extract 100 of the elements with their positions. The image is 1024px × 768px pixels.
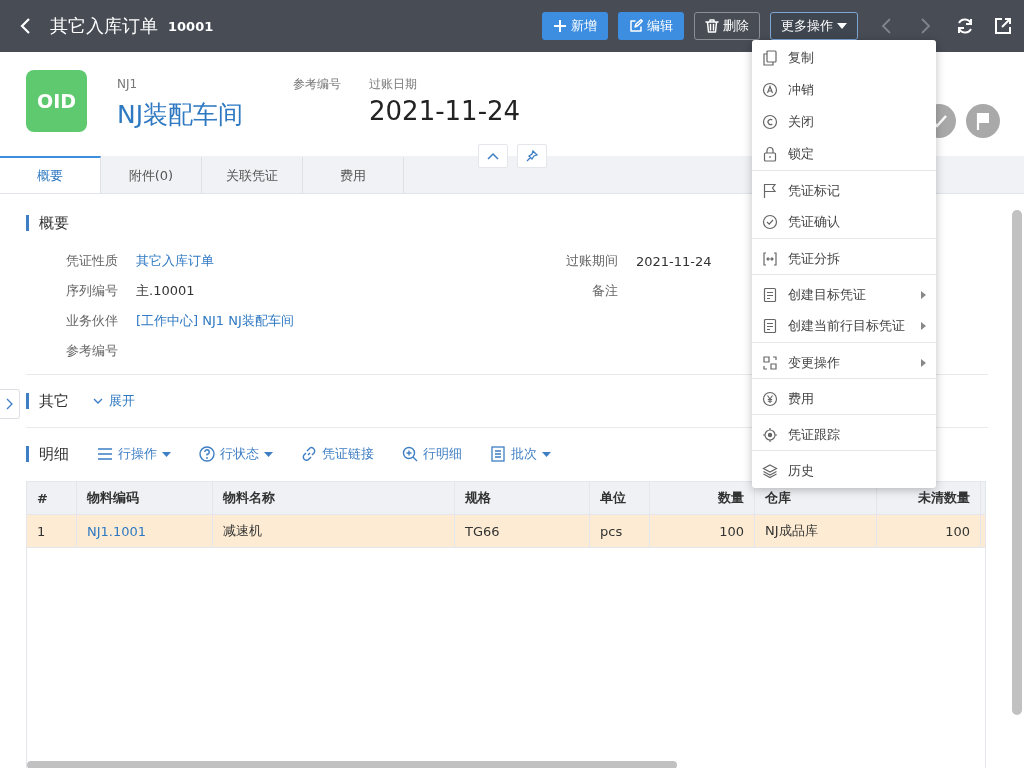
field-label: 参考编号 (65, 342, 118, 360)
document-list-icon (490, 446, 506, 462)
previous-icon[interactable] (880, 17, 894, 35)
menu-item[interactable]: 凭证标记 (752, 170, 936, 206)
menu-item[interactable]: 创建当前行目标凭证 (752, 310, 936, 342)
menu-item[interactable]: 变更操作 (752, 342, 936, 378)
field-label: 业务伙伴 (65, 312, 118, 330)
copy-icon (762, 50, 778, 66)
yen-circle-icon (762, 390, 778, 407)
toolbar-button[interactable]: 行明细 (402, 445, 462, 463)
more-actions-button[interactable]: 更多操作 (770, 12, 858, 40)
chevron-right-icon (6, 398, 13, 410)
letter-circle-icon (762, 82, 778, 98)
expand-link[interactable]: 展开 (93, 392, 135, 410)
order-number: 10001 (168, 18, 214, 34)
field-label: 过账期间 (565, 252, 618, 270)
menu-item[interactable]: 历史 (752, 450, 936, 486)
caret-icon (162, 451, 171, 457)
menu-item[interactable]: 复制 (752, 42, 936, 74)
edit-icon (629, 19, 643, 33)
swap-icon (762, 354, 778, 371)
section-title: 其它 (26, 393, 69, 409)
help-icon (199, 446, 215, 462)
table-cell: 100 (877, 515, 981, 547)
field-label: 参考编号 (293, 76, 341, 93)
caret-icon (837, 23, 847, 29)
section-title: 明细 (26, 446, 69, 462)
table-cell: TG66 (455, 515, 590, 547)
toolbar-button[interactable]: 行操作 (97, 445, 171, 463)
column-header[interactable]: 单位 (590, 482, 650, 514)
menu-item[interactable]: 关闭 (752, 106, 936, 138)
toolbar-button[interactable]: 行状态 (199, 445, 273, 463)
chevron-down-icon (93, 398, 103, 404)
menu-item[interactable]: 冲销 (752, 74, 936, 106)
toolbar-button[interactable]: 删除 (694, 12, 760, 40)
tab[interactable]: 费用 (303, 156, 404, 193)
tab[interactable]: 附件(0) (101, 156, 202, 193)
document-badge: OID (26, 70, 87, 132)
table-cell: 1 (27, 515, 77, 547)
refresh-icon[interactable] (956, 17, 974, 35)
flag-icon (762, 182, 778, 199)
menu-item[interactable]: 凭证确认 (752, 206, 936, 238)
table-cell: NJ成品库 (755, 515, 877, 547)
column-header[interactable]: # (27, 482, 77, 514)
list-icon (97, 446, 113, 462)
export-icon[interactable] (994, 17, 1012, 35)
trash-icon (705, 19, 719, 33)
submenu-arrow-icon (921, 290, 926, 299)
partner-name[interactable]: NJ装配车间 (117, 98, 293, 131)
field-link[interactable]: [工作中心] NJ1 NJ装配车间 (136, 312, 294, 330)
table-cell: pcs (590, 515, 650, 547)
plus-icon (553, 19, 567, 33)
field-value: 2021-11-24 (636, 253, 712, 269)
posting-date: 2021-11-24 (369, 96, 521, 126)
chevron-up-icon (487, 152, 499, 160)
pin-icon (526, 150, 538, 162)
column-header[interactable]: 物料名称 (213, 482, 455, 514)
field-label: 凭证性质 (65, 252, 118, 270)
document-icon (762, 286, 778, 303)
toolbar-button[interactable]: 凭证链接 (301, 445, 374, 463)
menu-item[interactable]: 锁定 (752, 138, 936, 170)
field-label: 序列编号 (65, 282, 118, 300)
partner-code: NJ1 (117, 76, 139, 93)
page-title: 其它入库订单 (50, 14, 158, 38)
table-cell[interactable]: NJ1.1001 (77, 515, 213, 547)
field-label: 过账日期 (369, 76, 418, 93)
table-cell: 100 (650, 515, 755, 547)
submenu-arrow-icon (921, 322, 926, 330)
submenu-arrow-icon (921, 358, 926, 367)
table-cell: 减速机 (213, 515, 455, 547)
menu-item[interactable]: 凭证分拆 (752, 238, 936, 274)
scrollbar-thumb[interactable] (1012, 210, 1022, 715)
next-icon[interactable] (918, 17, 932, 35)
split-icon (762, 250, 778, 267)
column-header[interactable]: 物料编码 (77, 482, 213, 514)
copyright-circle-icon (762, 114, 778, 130)
caret-icon (264, 451, 273, 457)
scrollbar-thumb[interactable] (27, 761, 677, 768)
caret-icon (542, 451, 551, 457)
flag-circle-icon[interactable] (966, 104, 1000, 138)
collapse-button[interactable] (478, 144, 508, 168)
field-label: 备注 (591, 282, 618, 300)
expand-sidebar-button[interactable] (0, 389, 20, 419)
section-title: 概要 (26, 215, 69, 231)
pin-button[interactable] (517, 144, 547, 168)
document-icon (762, 318, 778, 334)
zoom-in-icon (402, 446, 418, 462)
tab[interactable]: 关联凭证 (202, 156, 303, 193)
field-link[interactable]: 其它入库订单 (136, 252, 214, 270)
layers-icon (762, 462, 778, 479)
column-header[interactable]: 规格 (455, 482, 590, 514)
menu-item[interactable]: 费用 (752, 378, 936, 414)
table-row[interactable]: 1 NJ1.1001 减速机 TG66 pcs 100 NJ成品库 100 (27, 515, 985, 548)
toolbar-button[interactable]: 批次 (490, 445, 551, 463)
tab[interactable]: 概要 (0, 156, 101, 193)
menu-item[interactable]: 凭证跟踪 (752, 414, 936, 450)
target-icon (762, 426, 778, 443)
field-value: 主.10001 (136, 282, 195, 300)
menu-item[interactable]: 创建目标凭证 (752, 274, 936, 310)
check-circle-icon (762, 214, 778, 230)
